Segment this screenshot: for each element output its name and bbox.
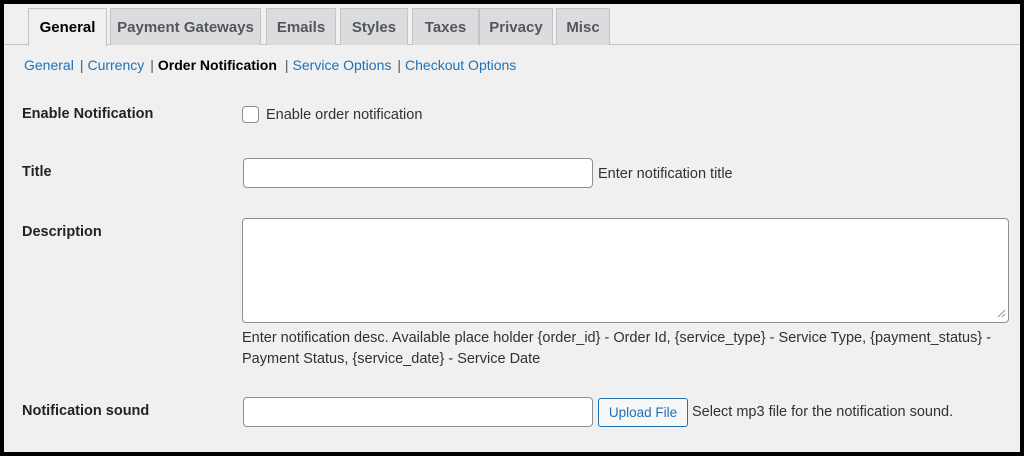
title-label: Title xyxy=(22,164,52,180)
subnav-currency-link[interactable]: Currency xyxy=(87,57,144,73)
subnav-general-link[interactable]: General xyxy=(24,57,74,73)
settings-page: General Payment Gateways Emails Styles T… xyxy=(4,4,1020,452)
sub-navigation: General | Currency | Order Notification … xyxy=(24,57,516,73)
tab-emails[interactable]: Emails xyxy=(266,8,336,45)
notification-sound-help-text: Select mp3 file for the notification sou… xyxy=(692,404,954,420)
tab-taxes[interactable]: Taxes xyxy=(412,8,479,45)
upload-file-button[interactable]: Upload File xyxy=(598,398,688,427)
tab-privacy[interactable]: Privacy xyxy=(479,8,553,45)
tab-payment-gateways[interactable]: Payment Gateways xyxy=(110,8,261,45)
subnav-order-notification-current: Order Notification xyxy=(157,57,277,73)
description-label: Description xyxy=(22,224,102,240)
tab-misc[interactable]: Misc xyxy=(556,8,610,45)
tab-styles[interactable]: Styles xyxy=(340,8,408,45)
subnav-checkout-options-link[interactable]: Checkout Options xyxy=(405,57,516,73)
description-help-line-2: Payment Status, {service_date} - Service… xyxy=(242,351,541,367)
description-help-line-1: Enter notification desc. Available place… xyxy=(242,330,992,346)
tab-general[interactable]: General xyxy=(28,8,107,46)
enable-notification-checkbox-label[interactable]: Enable order notification xyxy=(266,107,422,123)
subnav-separator: | xyxy=(150,57,154,73)
description-textarea[interactable] xyxy=(242,218,1009,323)
title-input[interactable] xyxy=(243,158,593,188)
enable-notification-label: Enable Notification xyxy=(22,106,154,122)
title-help-text: Enter notification title xyxy=(598,166,733,182)
notification-sound-label: Notification sound xyxy=(22,403,150,419)
subnav-service-options-link[interactable]: Service Options xyxy=(293,57,392,73)
subnav-separator: | xyxy=(79,57,84,73)
tab-bar: General Payment Gateways Emails Styles T… xyxy=(4,4,1020,46)
subnav-separator: | xyxy=(284,57,289,73)
notification-sound-input[interactable] xyxy=(243,397,593,427)
subnav-separator: | xyxy=(397,57,402,73)
enable-notification-checkbox[interactable] xyxy=(242,106,259,123)
